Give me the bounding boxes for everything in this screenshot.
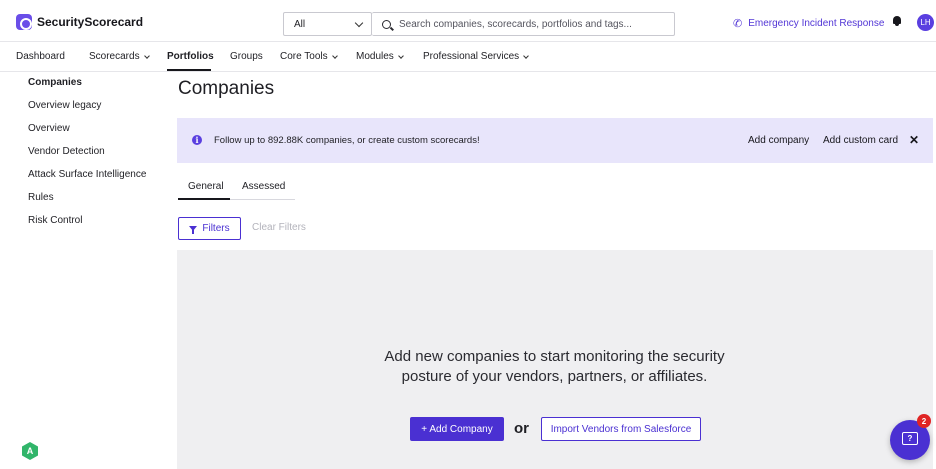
chevron-down-icon <box>397 52 404 59</box>
chevron-down-icon <box>354 18 364 27</box>
tab-general[interactable]: General <box>188 181 224 192</box>
nav-core-tools-label: Core Tools <box>280 51 328 62</box>
chevron-down-icon <box>523 52 529 59</box>
sidebar-item-risk-control[interactable]: Risk Control <box>28 215 82 226</box>
add-company-link[interactable]: Add company <box>748 135 809 146</box>
bell-icon[interactable] <box>892 16 902 26</box>
sidebar-item-companies[interactable]: Companies <box>28 77 82 88</box>
nav-modules[interactable]: Modules <box>356 51 404 62</box>
chat-help-icon: ? <box>902 432 918 445</box>
sidebar-item-vendor-detection[interactable]: Vendor Detection <box>28 146 105 157</box>
sidebar-item-overview[interactable]: Overview <box>28 123 70 134</box>
sidebar-item-attack-surface-intelligence[interactable]: Attack Surface Intelligence <box>28 169 146 180</box>
sidebar: Companies Overview legacy Overview Vendo… <box>0 72 160 469</box>
search-input[interactable]: Search companies, scorecards, portfolios… <box>372 12 675 36</box>
info-banner: i Follow up to 892.88K companies, or cre… <box>177 118 933 163</box>
nav-core-tools[interactable]: Core Tools <box>280 51 338 62</box>
emergency-label: Emergency Incident Response <box>748 18 885 29</box>
empty-state: Add new companies to start monitoring th… <box>177 250 933 469</box>
search-placeholder: Search companies, scorecards, portfolios… <box>399 18 632 30</box>
info-icon: i <box>192 135 202 145</box>
nav-scorecards[interactable]: Scorecards <box>89 51 150 62</box>
nav-dashboard-label: Dashboard <box>16 51 65 62</box>
logo-text: SecurityScorecard <box>37 15 144 29</box>
notification-badge: 2 <box>917 414 931 428</box>
phone-icon: ✆ <box>733 18 743 30</box>
filters-label: Filters <box>202 223 230 234</box>
nav-scorecards-label: Scorecards <box>89 51 140 62</box>
chevron-down-icon <box>143 52 150 59</box>
main-nav: Dashboard Scorecards Portfolios Groups C… <box>0 42 936 72</box>
tabs: General Assessed <box>178 176 295 200</box>
tab-active-indicator <box>178 198 230 200</box>
sidebar-item-overview-legacy[interactable]: Overview legacy <box>28 100 101 111</box>
import-vendors-button[interactable]: Import Vendors from Salesforce <box>541 417 701 441</box>
search-icon <box>382 19 391 29</box>
nav-dashboard[interactable]: Dashboard <box>16 51 65 62</box>
tab-assessed[interactable]: Assessed <box>242 181 285 192</box>
nav-groups[interactable]: Groups <box>230 51 263 62</box>
banner-text: Follow up to 892.88K companies, or creat… <box>214 135 480 146</box>
close-icon[interactable]: ✕ <box>909 133 919 147</box>
add-company-button[interactable]: + Add Company <box>410 417 504 441</box>
filter-icon <box>189 226 198 234</box>
sidebar-item-rules[interactable]: Rules <box>28 192 54 203</box>
nav-professional-services[interactable]: Professional Services <box>423 51 529 62</box>
empty-state-message: Add new companies to start monitoring th… <box>384 348 725 385</box>
nav-active-indicator <box>167 69 211 71</box>
nav-modules-label: Modules <box>356 51 394 62</box>
top-header: SecurityScorecard All Search companies, … <box>0 0 936 42</box>
search-scope-value: All <box>294 18 306 30</box>
filters-button[interactable]: Filters <box>178 217 241 240</box>
nav-portfolios-label: Portfolios <box>167 51 214 62</box>
nav-portfolios[interactable]: Portfolios <box>167 51 214 62</box>
nav-groups-label: Groups <box>230 51 263 62</box>
search-scope-select[interactable]: All <box>283 12 372 36</box>
page-title: Companies <box>178 78 275 99</box>
clear-filters-button[interactable]: Clear Filters <box>252 222 306 233</box>
logo[interactable]: SecurityScorecard <box>16 14 143 30</box>
add-custom-card-link[interactable]: Add custom card <box>823 135 898 146</box>
nav-professional-services-label: Professional Services <box>423 51 520 62</box>
emergency-incident-link[interactable]: ✆ Emergency Incident Response <box>733 17 884 30</box>
chevron-down-icon <box>331 52 338 59</box>
or-separator: or <box>514 420 529 437</box>
avatar[interactable]: LH <box>917 14 934 31</box>
logo-icon <box>16 14 32 30</box>
